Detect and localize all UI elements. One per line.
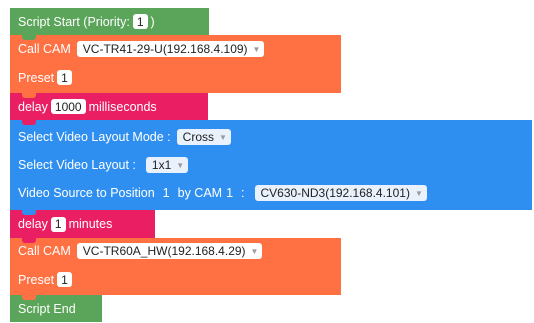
layout-select[interactable]: 1x1 ▼: [145, 157, 189, 173]
layout-label: Select Video Layout :: [18, 158, 136, 172]
connector-notch: [22, 295, 36, 300]
preset-label: Preset: [18, 70, 55, 85]
delay-block-1[interactable]: delay 1000 milliseconds: [10, 93, 208, 120]
delay-value-input-1[interactable]: 1000: [50, 99, 86, 114]
priority-input[interactable]: 1: [132, 14, 148, 29]
camera-select-2[interactable]: VC-TR60A_HW(192.168.4.29) ▼: [76, 243, 263, 259]
call-cam-label: Call CAM: [18, 42, 71, 56]
preset-input-1[interactable]: 1: [57, 70, 72, 85]
video-source-value: CV630-ND3(192.168.4.101): [260, 186, 410, 200]
by-cam-label: by CAM: [177, 186, 223, 200]
preset-input-2[interactable]: 1: [57, 272, 72, 287]
camera-select-1[interactable]: VC-TR41-29-U(192.168.4.109) ▼: [76, 41, 265, 57]
connector-notch: [22, 210, 36, 215]
camera-select-value: VC-TR41-29-U(192.168.4.109): [82, 42, 248, 56]
layout-mode-label: Select Video Layout Mode :: [18, 130, 171, 144]
call-cam-block-1[interactable]: Call CAM VC-TR41-29-U(192.168.4.109) ▼ P…: [10, 35, 341, 93]
chevron-down-icon: ▼: [250, 246, 259, 256]
delay-value-input-2[interactable]: 1: [50, 216, 66, 232]
layout-mode-value: Cross: [182, 130, 214, 144]
chevron-down-icon: ▼: [219, 132, 227, 142]
script-start-block[interactable]: Script Start (Priority: 1 ): [10, 8, 209, 35]
preset-label: Preset: [18, 272, 55, 287]
camera-select-value: VC-TR60A_HW(192.168.4.29): [82, 244, 246, 258]
script-end-label: Script End: [18, 301, 76, 316]
video-source-select[interactable]: CV630-ND3(192.168.4.101) ▼: [254, 185, 427, 201]
connector-notch: [22, 120, 36, 125]
video-source-label: Video Source to Position: [18, 186, 155, 200]
connector-notch: [22, 238, 36, 243]
call-cam-label: Call CAM: [18, 244, 71, 258]
video-layout-block[interactable]: Select Video Layout Mode : Cross ▼ Selec…: [10, 120, 532, 210]
chevron-down-icon: ▼: [176, 160, 185, 170]
delay-label: delay: [18, 99, 48, 114]
call-cam-block-2[interactable]: Call CAM VC-TR60A_HW(192.168.4.29) ▼ Pre…: [10, 238, 341, 295]
delay-label: delay: [18, 217, 48, 231]
script-start-label: Script Start (Priority:: [18, 14, 130, 29]
connector-notch: [22, 35, 36, 40]
delay-unit: milliseconds: [88, 99, 157, 114]
source-colon: :: [241, 186, 245, 200]
delay-unit: minutes: [68, 217, 113, 231]
chevron-down-icon: ▼: [414, 188, 423, 198]
chevron-down-icon: ▼: [252, 44, 261, 54]
layout-value: 1x1: [151, 158, 172, 172]
position-number: 1: [162, 186, 170, 200]
layout-mode-select[interactable]: Cross ▼: [176, 129, 231, 145]
connector-notch: [22, 93, 36, 98]
cam-number: 1: [226, 186, 234, 200]
script-start-close: ): [150, 14, 155, 29]
